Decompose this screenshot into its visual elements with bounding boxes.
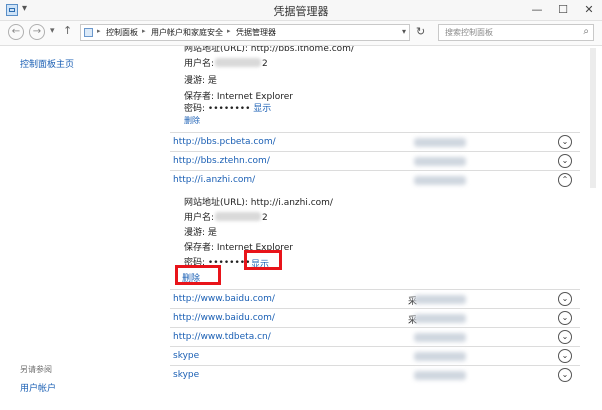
credential-roaming-line: 漫游: 是 [184, 228, 217, 238]
crumb-control-panel[interactable]: 控制面板 [106, 27, 138, 38]
breadcrumb[interactable]: ▸ 控制面板 ▸ 用户帐户和家庭安全 ▸ 凭据管理器 ▾ [80, 24, 410, 41]
close-button[interactable]: ✕ [576, 0, 602, 19]
user-accounts-link[interactable]: 用户帐户 [20, 381, 56, 394]
scrollbar-thumb[interactable] [590, 48, 596, 188]
search-placeholder: 搜索控制面板 [445, 28, 493, 37]
credential-url[interactable]: http://www.tdbeta.cn/ [173, 332, 271, 342]
credential-url[interactable]: skype [173, 370, 199, 380]
expand-chevron-icon[interactable]: ⌄ [558, 292, 572, 306]
redacted-username [414, 138, 466, 147]
credential-row[interactable]: http://www.baidu.com/ 采 ⌄ [170, 308, 580, 328]
credential-url[interactable]: http://i.anzhi.com/ [173, 175, 255, 185]
redacted-username [414, 371, 466, 380]
collapse-chevron-icon[interactable]: ⌃ [558, 173, 572, 187]
crumb-credential-manager[interactable]: 凭据管理器 [236, 27, 276, 38]
credential-row[interactable]: http://bbs.ztehn.com/ ⌄ [170, 151, 580, 171]
minimize-button[interactable]: — [524, 0, 550, 19]
redacted-username [414, 157, 466, 166]
crumb-user-accounts[interactable]: 用户帐户和家庭安全 [151, 27, 223, 38]
redacted-username [215, 212, 262, 221]
credential-url-line: 网站地址(URL): http://i.anzhi.com/ [184, 198, 333, 208]
credential-username-line: 用户名: 2 [184, 56, 268, 69]
expand-chevron-icon[interactable]: ⌄ [558, 154, 572, 168]
redacted-username [215, 58, 262, 67]
expand-chevron-icon[interactable]: ⌄ [558, 349, 572, 363]
search-icon[interactable]: ⌕ [583, 26, 589, 37]
credential-url[interactable]: http://www.baidu.com/ [173, 294, 275, 304]
username-label: 用户名: [184, 213, 215, 223]
show-password-link[interactable]: 显示 [253, 104, 271, 114]
redacted-username [414, 176, 466, 185]
redacted-username [414, 314, 466, 323]
breadcrumb-separator-icon[interactable]: ▸ [97, 27, 101, 35]
username-label: 用户名: [184, 59, 215, 69]
credential-row[interactable]: skype ⌄ [170, 346, 580, 366]
forward-button[interactable]: → [29, 24, 45, 40]
breadcrumb-separator-icon[interactable]: ▸ [142, 27, 146, 35]
credential-row[interactable]: http://bbs.pcbeta.com/ ⌄ [170, 132, 580, 152]
breadcrumb-separator-icon[interactable]: ▸ [227, 27, 231, 35]
delete-credential-link[interactable]: 删除 [184, 115, 200, 126]
credential-password-line: 密码: •••••••• 显示 [184, 101, 271, 114]
password-label: 密码: [184, 104, 206, 114]
expand-chevron-icon[interactable]: ⌄ [558, 311, 572, 325]
control-panel-home-link[interactable]: 控制面板主页 [20, 57, 74, 70]
expand-chevron-icon[interactable]: ⌄ [558, 330, 572, 344]
redacted-username [414, 352, 466, 361]
back-button[interactable]: ← [8, 24, 24, 40]
vertical-scrollbar[interactable] [584, 46, 602, 410]
credential-list: 网站地址(URL): http://bbs.ithome.com/ 用户名: 2 … [170, 46, 580, 410]
credential-url-line: 网站地址(URL): http://bbs.ithome.com/ [184, 46, 354, 54]
address-bar: ← → ▾ ↑ ▸ 控制面板 ▸ 用户帐户和家庭安全 ▸ 凭据管理器 ▾ ↻ 搜… [0, 21, 602, 46]
maximize-button[interactable]: ☐ [550, 0, 576, 19]
window-title: 凭据管理器 [273, 5, 329, 18]
credential-url[interactable]: http://bbs.ztehn.com/ [173, 156, 270, 166]
highlight-show-box [244, 250, 282, 270]
redacted-username [414, 295, 466, 304]
highlight-delete-box [175, 265, 221, 285]
credential-roaming-line: 漫游: 是 [184, 76, 217, 86]
control-panel-icon [84, 28, 93, 37]
see-also-heading: 另请参阅 [20, 365, 52, 374]
expand-chevron-icon[interactable]: ⌄ [558, 368, 572, 382]
expand-chevron-icon[interactable]: ⌄ [558, 135, 572, 149]
credential-row[interactable]: http://www.baidu.com/ 采 ⌄ [170, 289, 580, 309]
credential-row[interactable]: skype ⌄ [170, 365, 580, 385]
credential-url[interactable]: http://bbs.pcbeta.com/ [173, 137, 276, 147]
refresh-button[interactable]: ↻ [416, 25, 425, 38]
title-bar: ▾ 凭据管理器 — ☐ ✕ [0, 0, 602, 21]
redacted-username [414, 333, 466, 342]
username-suffix: 2 [262, 59, 268, 69]
credential-row[interactable]: http://i.anzhi.com/ ⌃ [170, 170, 580, 190]
search-input[interactable]: 搜索控制面板 ⌕ [438, 24, 594, 41]
recent-locations-icon[interactable]: ▾ [50, 26, 55, 36]
credential-url[interactable]: http://www.baidu.com/ [173, 313, 275, 323]
address-dropdown-icon[interactable]: ▾ [402, 27, 406, 36]
up-button[interactable]: ↑ [63, 24, 72, 37]
credential-url[interactable]: skype [173, 351, 199, 361]
credential-username-line: 用户名: 2 [184, 210, 268, 223]
credential-row[interactable]: http://www.tdbeta.cn/ ⌄ [170, 327, 580, 347]
username-suffix: 2 [262, 213, 268, 223]
password-mask: •••••••• [207, 104, 251, 114]
